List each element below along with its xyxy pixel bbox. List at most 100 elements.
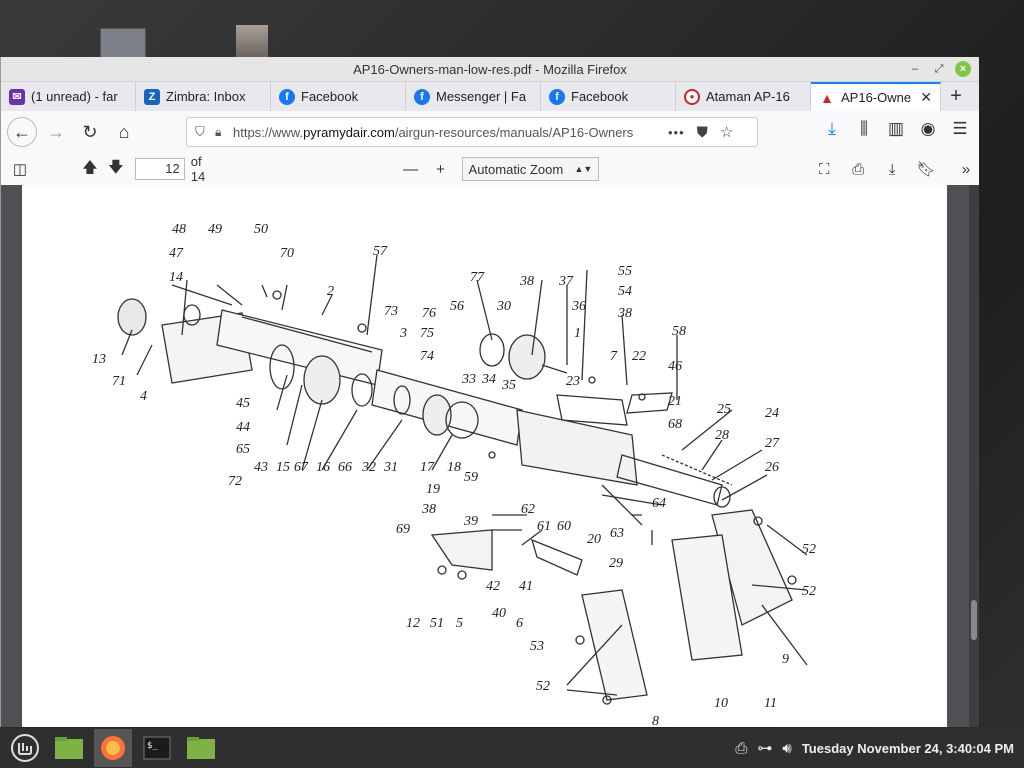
firefox-taskbar-icon[interactable] <box>94 729 132 767</box>
zoom-in-icon[interactable]: + <box>428 157 454 181</box>
pdf-icon: ▲ <box>820 89 834 106</box>
tab-facebook-2[interactable]: f Facebook <box>541 82 676 111</box>
tab-facebook-1[interactable]: f Facebook <box>271 82 406 111</box>
part-label: 55 <box>618 264 632 279</box>
pdf-page: 48 49 50 47 70 57 14 2 77 38 37 55 54 56… <box>22 185 947 727</box>
part-label: 21 <box>668 394 682 409</box>
part-label: 52 <box>802 584 816 599</box>
forward-icon[interactable]: → <box>41 117 71 147</box>
url-text[interactable]: https://www.pyramydair.com/airgun-resour… <box>233 125 658 140</box>
part-label: 7 <box>610 349 618 364</box>
part-label: 28 <box>715 428 729 443</box>
scrollbar-thumb[interactable] <box>971 600 977 640</box>
tab-label: (1 unread) - far <box>31 89 118 104</box>
mail-icon: ✉ <box>9 88 25 105</box>
svg-text:$_: $_ <box>147 741 158 751</box>
bookmark-star-icon[interactable]: ☆ <box>720 123 733 141</box>
part-label: 12 <box>406 616 420 631</box>
part-label: 71 <box>112 374 126 389</box>
part-label: 42 <box>486 579 500 594</box>
new-tab-button[interactable]: + <box>941 82 971 111</box>
part-label: 53 <box>530 639 544 654</box>
previous-page-icon[interactable]: 🡅 <box>77 157 103 181</box>
desktop-folder-icon[interactable] <box>100 28 146 60</box>
home-icon[interactable]: ⌂ <box>109 117 139 147</box>
nav-bar: ← → ↻ ⌂ ⛉ 🔒︎ https://www.pyramydair.com/… <box>1 111 979 154</box>
facebook-icon: f <box>279 88 295 105</box>
part-label: 70 <box>280 246 294 261</box>
menu-icon[interactable]: ☰ <box>951 119 969 139</box>
network-icon[interactable]: ⊶ <box>757 739 772 757</box>
zoom-select[interactable]: Automatic Zoom ▲▼ <box>461 157 600 181</box>
lock-icon[interactable]: 🔒︎ <box>215 125 233 140</box>
ataman-icon: ● <box>684 88 700 105</box>
desktop-image-icon[interactable] <box>236 25 268 58</box>
tools-icon[interactable]: » <box>953 157 979 181</box>
tab-label: Zimbra: Inbox <box>166 89 246 104</box>
show-desktop-icon[interactable] <box>50 729 88 767</box>
print-icon[interactable]: ⎙ <box>845 157 871 181</box>
part-label: 61 <box>537 519 551 534</box>
part-label: 60 <box>557 519 571 534</box>
part-label: 45 <box>236 396 250 411</box>
account-icon[interactable]: ◉ <box>919 119 937 139</box>
part-label: 17 <box>420 460 435 475</box>
part-label: 58 <box>672 324 686 339</box>
part-label: 47 <box>169 246 184 261</box>
close-tab-icon[interactable]: ✕ <box>916 89 932 106</box>
next-page-icon[interactable]: 🡇 <box>103 157 129 181</box>
part-label: 73 <box>384 304 398 319</box>
download-icon[interactable]: ⤓ <box>823 119 841 139</box>
part-label: 69 <box>396 522 410 537</box>
terminal-icon[interactable]: $_ <box>138 729 176 767</box>
part-label: 27 <box>765 436 780 451</box>
tab-mail[interactable]: ✉ (1 unread) - far <box>1 82 136 111</box>
tab-zimbra[interactable]: Z Zimbra: Inbox <box>136 82 271 111</box>
toggle-sidebar-icon[interactable]: ◫ <box>7 157 33 181</box>
page-actions-icon[interactable]: ••• <box>668 125 685 140</box>
files-icon[interactable] <box>182 729 220 767</box>
tab-label: AP16-Owne <box>841 90 912 105</box>
part-label: 31 <box>383 460 398 475</box>
volume-icon[interactable]: 🔊︎ <box>782 740 791 757</box>
tab-ataman[interactable]: ● Ataman AP-16 <box>676 82 811 111</box>
part-label: 40 <box>492 606 506 621</box>
tab-label: Facebook <box>571 89 629 104</box>
tab-pdf-active[interactable]: ▲ AP16-Owne ✕ <box>811 82 941 111</box>
maximize-icon[interactable]: ⤢ <box>931 61 947 77</box>
tab-messenger[interactable]: f Messenger | Fa <box>406 82 541 111</box>
url-bar[interactable]: ⛉ 🔒︎ https://www.pyramydair.com/airgun-r… <box>186 117 758 147</box>
zoom-out-icon[interactable]: — <box>398 157 424 181</box>
minimize-icon[interactable]: – <box>907 61 923 77</box>
part-label: 39 <box>463 514 478 529</box>
part-label: 52 <box>802 542 816 557</box>
shield-icon[interactable]: ⛉ <box>195 124 215 140</box>
page-number-input[interactable]: 12 <box>134 158 185 180</box>
part-label: 62 <box>521 502 535 517</box>
printer-icon[interactable]: ⎙ <box>735 740 747 757</box>
library-icon[interactable]: ⫼ <box>855 119 873 139</box>
tab-label: Facebook <box>301 89 359 104</box>
pocket-icon[interactable]: ⛊ <box>697 124 708 141</box>
tab-label: Ataman AP-16 <box>706 89 790 104</box>
close-window-icon[interactable]: × <box>955 61 971 77</box>
part-label: 34 <box>481 372 496 387</box>
sidebar-icon[interactable]: ▥ <box>887 119 905 139</box>
part-label: 37 <box>558 274 574 289</box>
part-label: 1 <box>574 326 581 341</box>
tab-bar: ✉ (1 unread) - far Z Zimbra: Inbox f Fac… <box>1 82 979 111</box>
vertical-scrollbar[interactable] <box>969 185 979 727</box>
titlebar: AP16-Owners-man-low-res.pdf - Mozilla Fi… <box>1 57 979 82</box>
part-label: 25 <box>717 402 731 417</box>
part-label: 74 <box>420 349 434 364</box>
part-label: 59 <box>464 470 478 485</box>
clock[interactable]: Tuesday November 24, 3:40:04 PM <box>802 741 1014 756</box>
mint-menu-icon[interactable] <box>6 729 44 767</box>
save-icon[interactable]: ⤓ <box>879 157 905 181</box>
reload-icon[interactable]: ↻ <box>75 117 105 147</box>
bookmark-icon[interactable]: 🔖︎ <box>913 157 939 181</box>
back-icon[interactable]: ← <box>7 117 37 147</box>
presentation-mode-icon[interactable]: ⛶ <box>811 157 837 181</box>
part-label: 38 <box>421 502 436 517</box>
pdf-viewer[interactable]: 48 49 50 47 70 57 14 2 77 38 37 55 54 56… <box>1 185 979 727</box>
